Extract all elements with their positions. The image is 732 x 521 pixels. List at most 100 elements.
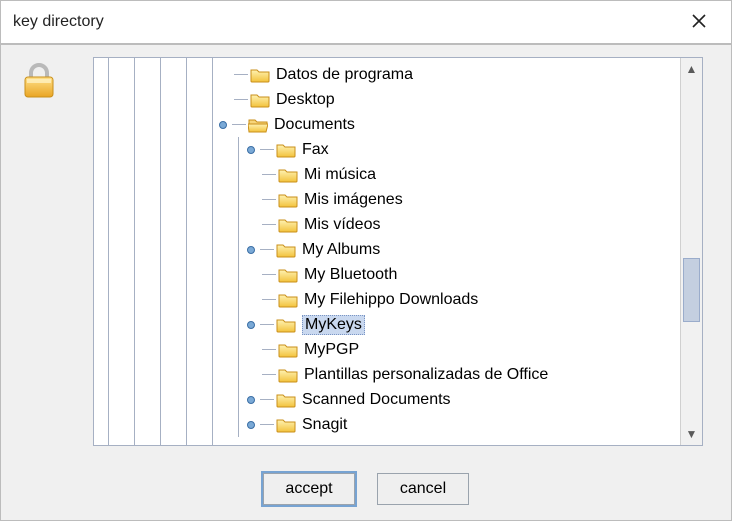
tree-node-label[interactable]: Mis imágenes: [304, 191, 403, 209]
tree-node-label[interactable]: My Filehippo Downloads: [304, 291, 478, 309]
tree-connector: [262, 224, 276, 225]
tree-item-fax[interactable]: Fax: [234, 137, 680, 162]
tree-item-my-albums[interactable]: My Albums: [234, 237, 680, 262]
folder-open-icon: [248, 117, 268, 133]
tree-item-datos-de-programa[interactable]: Datos de programa: [94, 62, 680, 87]
folder-closed-icon: [278, 367, 298, 383]
left-column: [1, 45, 93, 458]
tree-row[interactable]: My Filehippo Downloads: [262, 287, 680, 312]
close-button[interactable]: [681, 8, 717, 36]
dialog-body: Datos de programa Desktop Documents Fax Mi m…: [1, 45, 731, 458]
tree-item-plantillas-personalizadas-de-office[interactable]: Plantillas personalizadas de Office: [234, 362, 680, 387]
tree-item-documents[interactable]: Documents Fax Mi música Mis imágenes Mis víd…: [94, 112, 680, 437]
tree-item-mypgp[interactable]: MyPGP: [234, 337, 680, 362]
window-title: key directory: [13, 13, 104, 31]
vertical-scrollbar[interactable]: ▲ ▼: [680, 58, 702, 445]
tree-row[interactable]: Scanned Documents: [262, 387, 680, 412]
tree-connector: [262, 274, 276, 275]
tree-item-my-bluetooth[interactable]: My Bluetooth: [234, 262, 680, 287]
tree-connector: [262, 374, 276, 375]
folder-closed-icon: [276, 242, 296, 258]
folder-closed-icon: [278, 217, 298, 233]
scroll-up-icon: ▲: [686, 62, 698, 76]
tree-connector: [260, 249, 274, 250]
tree-row[interactable]: My Albums: [262, 237, 680, 262]
expand-handle-icon[interactable]: [246, 245, 256, 255]
expand-handle-icon[interactable]: [246, 320, 256, 330]
tree-node-label[interactable]: Datos de programa: [276, 66, 413, 84]
tree-row[interactable]: MyPGP: [262, 337, 680, 362]
titlebar: key directory: [1, 1, 731, 45]
tree-row[interactable]: Mis vídeos: [262, 212, 680, 237]
folder-closed-icon: [278, 292, 298, 308]
scrollbar-thumb[interactable]: [683, 258, 700, 322]
folder-closed-icon: [276, 142, 296, 158]
folder-closed-icon: [250, 92, 270, 108]
tree-node-label[interactable]: Fax: [302, 141, 329, 159]
tree-row[interactable]: My Bluetooth: [262, 262, 680, 287]
tree-row[interactable]: Datos de programa: [234, 62, 680, 87]
tree-item-mis-v-deos[interactable]: Mis vídeos: [234, 212, 680, 237]
expand-handle-icon[interactable]: [246, 145, 256, 155]
tree-item-mykeys[interactable]: MyKeys: [234, 312, 680, 337]
expand-handle-icon[interactable]: [246, 420, 256, 430]
scroll-down-button[interactable]: ▼: [681, 423, 702, 445]
tree-node-label[interactable]: Desktop: [276, 91, 335, 109]
tree-node-label[interactable]: Snagit: [302, 416, 347, 434]
tree-connector: [262, 349, 276, 350]
tree-node-label[interactable]: Plantillas personalizadas de Office: [304, 366, 548, 384]
tree-item-scanned-documents[interactable]: Scanned Documents: [234, 387, 680, 412]
tree-row[interactable]: Fax: [262, 137, 680, 162]
tree-node-label[interactable]: Mi música: [304, 166, 376, 184]
tree-connector: [234, 99, 248, 100]
lock-icon: [17, 59, 93, 103]
cancel-button[interactable]: cancel: [377, 473, 469, 505]
close-icon: [692, 11, 706, 34]
folder-closed-icon: [278, 342, 298, 358]
folder-closed-icon: [278, 192, 298, 208]
tree-node-label[interactable]: Documents: [274, 116, 355, 134]
scroll-down-icon: ▼: [686, 427, 698, 441]
tree-node-label[interactable]: Scanned Documents: [302, 391, 451, 409]
tree-connector: [260, 149, 274, 150]
folder-closed-icon: [250, 67, 270, 83]
tree-row[interactable]: Desktop: [234, 87, 680, 112]
tree-row[interactable]: Snagit: [262, 412, 680, 437]
scrollbar-track[interactable]: [681, 80, 702, 423]
tree-connector: [260, 399, 274, 400]
tree-connector: [234, 74, 248, 75]
tree-item-mi-m-sica[interactable]: Mi música: [234, 162, 680, 187]
tree-item-desktop[interactable]: Desktop: [94, 87, 680, 112]
scroll-up-button[interactable]: ▲: [681, 58, 702, 80]
folder-closed-icon: [278, 267, 298, 283]
tree-item-my-filehippo-downloads[interactable]: My Filehippo Downloads: [234, 287, 680, 312]
tree-row[interactable]: MyKeys: [262, 312, 680, 337]
tree-connector: [262, 199, 276, 200]
directory-tree[interactable]: Datos de programa Desktop Documents Fax Mi m…: [94, 62, 680, 437]
tree-row[interactable]: Mis imágenes: [262, 187, 680, 212]
tree-item-snagit[interactable]: Snagit: [234, 412, 680, 437]
accept-button[interactable]: accept: [263, 473, 355, 505]
tree-node-label[interactable]: My Albums: [302, 241, 380, 259]
tree-connector: [262, 174, 276, 175]
tree-row[interactable]: Documents: [234, 112, 680, 137]
tree-connector: [260, 424, 274, 425]
tree-viewport[interactable]: Datos de programa Desktop Documents Fax Mi m…: [94, 58, 680, 445]
folder-closed-icon: [276, 317, 296, 333]
tree-node-label[interactable]: My Bluetooth: [304, 266, 397, 284]
folder-closed-icon: [278, 167, 298, 183]
tree-children-documents: Fax Mi música Mis imágenes Mis vídeos My Alb…: [234, 137, 680, 437]
tree-row[interactable]: Plantillas personalizadas de Office: [262, 362, 680, 387]
tree-connector: [232, 124, 246, 125]
key-directory-dialog: key directory: [0, 0, 732, 521]
tree-row[interactable]: Mi música: [262, 162, 680, 187]
tree-connector: [262, 299, 276, 300]
tree-connector: [260, 324, 274, 325]
tree-item-mis-im-genes[interactable]: Mis imágenes: [234, 187, 680, 212]
expand-handle-icon[interactable]: [246, 395, 256, 405]
tree-node-label[interactable]: Mis vídeos: [304, 216, 380, 234]
tree-node-label[interactable]: MyKeys: [302, 315, 365, 335]
folder-closed-icon: [276, 417, 296, 433]
tree-node-label[interactable]: MyPGP: [304, 341, 359, 359]
expand-handle-icon[interactable]: [218, 120, 228, 130]
